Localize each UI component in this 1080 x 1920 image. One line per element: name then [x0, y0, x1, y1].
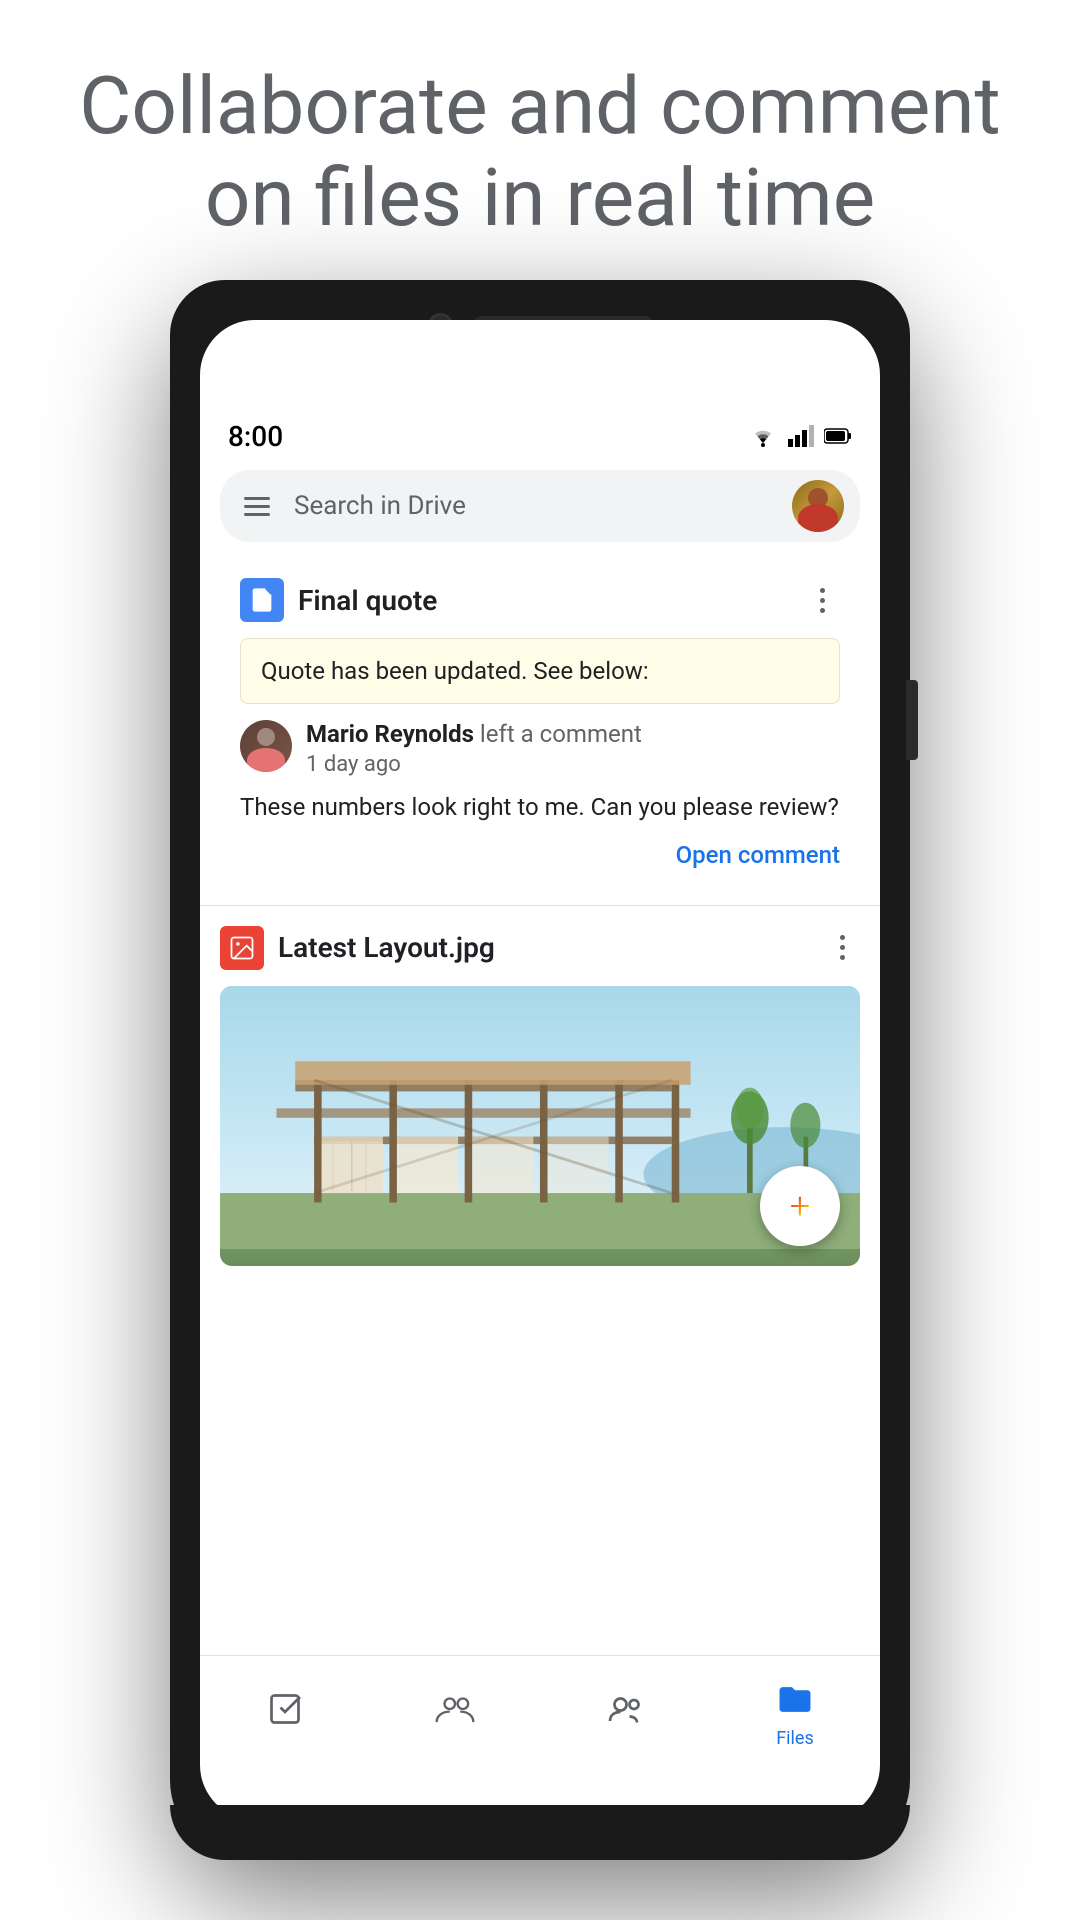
shared-icon [429, 1683, 481, 1735]
search-input[interactable]: Search in Drive [294, 491, 776, 521]
phone-screen: 8:00 [200, 320, 880, 1820]
wifi-icon [748, 425, 778, 447]
hamburger-menu-icon[interactable] [236, 489, 278, 524]
phone-bottom-bar [170, 1805, 910, 1860]
card-title-2: Latest Layout.jpg [278, 931, 824, 964]
bottom-nav: Files [200, 1655, 880, 1765]
card-title-1: Final quote [298, 584, 804, 617]
comment-time: 1 day ago [306, 752, 840, 777]
nav-item-files[interactable]: Files [769, 1672, 821, 1749]
img-icon [220, 926, 264, 970]
nav-item-shared[interactable] [429, 1683, 481, 1739]
comment-section: Mario Reynolds left a comment 1 day ago … [240, 716, 840, 873]
more-options-btn-1[interactable] [804, 582, 840, 618]
status-icons [748, 425, 852, 447]
nav-label-files: Files [776, 1728, 814, 1749]
commenter-avatar [240, 720, 292, 772]
priority-icon [259, 1683, 311, 1735]
nav-item-suggestions[interactable] [599, 1683, 651, 1739]
image-icon [228, 934, 256, 962]
open-comment-button[interactable]: Open comment [240, 841, 840, 869]
hero-title: Collaborate and comment on files in real… [60, 60, 1020, 244]
doc-icon [240, 578, 284, 622]
fab-button[interactable]: + [760, 1166, 840, 1246]
comment-text: These numbers look right to me. Can you … [240, 791, 840, 825]
hero-section: Collaborate and comment on files in real… [0, 60, 1080, 244]
signal-icon [788, 425, 814, 447]
document-icon [248, 586, 276, 614]
avatar[interactable] [792, 480, 844, 532]
image-preview: + [220, 986, 860, 1266]
card-header-2: Latest Layout.jpg [220, 926, 860, 970]
quote-text: Quote has been updated. See below: [261, 657, 649, 685]
notification-card-1: Final quote Quote has been updated. See … [220, 558, 860, 893]
commenter-row: Mario Reynolds left a comment 1 day ago [240, 720, 840, 777]
battery-icon [824, 427, 852, 445]
phone-mockup: 8:00 [170, 280, 910, 1860]
status-time: 8:00 [228, 420, 283, 453]
commenter-info: Mario Reynolds left a comment 1 day ago [306, 720, 840, 777]
files-icon [769, 1672, 821, 1724]
plus-icon: + [790, 1185, 810, 1227]
commenter-action: left a comment [480, 720, 642, 748]
quote-box: Quote has been updated. See below: [240, 638, 840, 704]
nav-item-priority[interactable] [259, 1683, 311, 1739]
notification-card-2: Latest Layout.jpg [200, 906, 880, 970]
phone-body: 8:00 [170, 280, 910, 1860]
more-options-btn-2[interactable] [824, 930, 860, 966]
card-header-1: Final quote [240, 578, 840, 622]
commenter-name: Mario Reynolds [306, 720, 474, 748]
search-bar[interactable]: Search in Drive [220, 470, 860, 542]
status-bar: 8:00 [200, 410, 880, 462]
screen-content: 8:00 [200, 410, 880, 1765]
power-button [906, 680, 918, 760]
suggestions-icon [599, 1683, 651, 1735]
